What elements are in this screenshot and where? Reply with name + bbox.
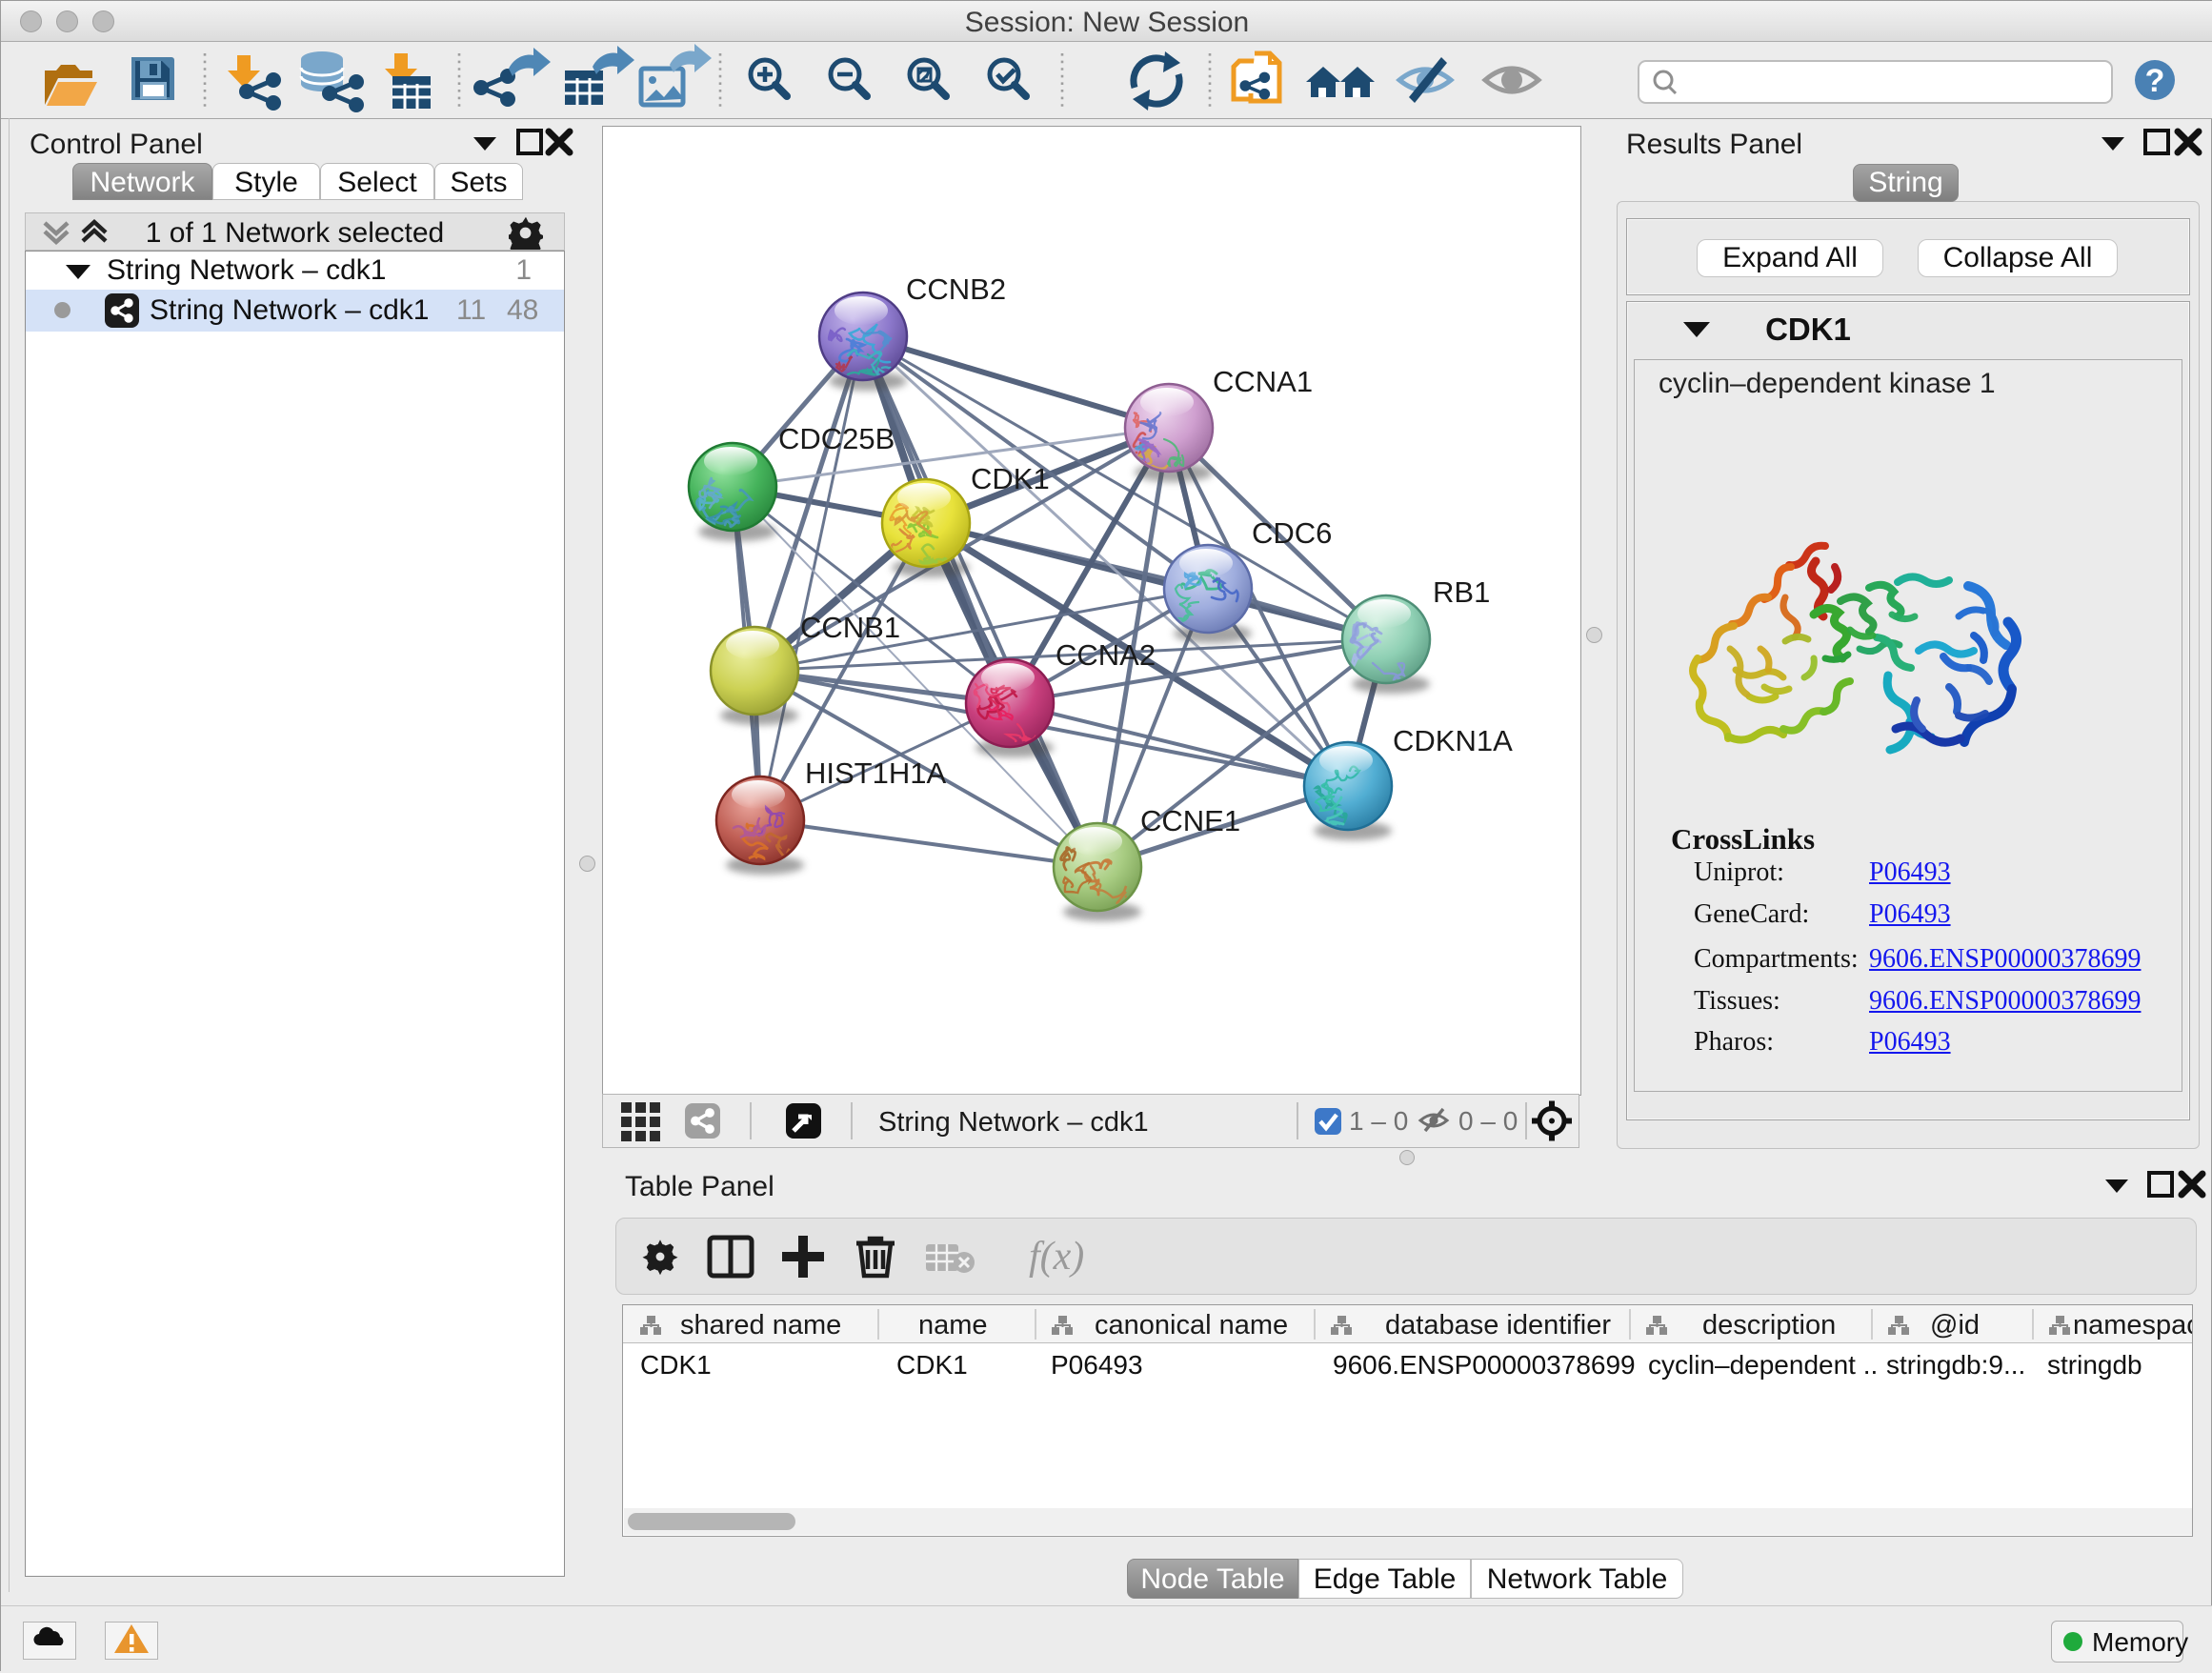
svg-text:namespac: namespac <box>2073 1310 2193 1340</box>
svg-text:f(x): f(x) <box>1029 1235 1084 1279</box>
svg-text:canonical name: canonical name <box>1095 1310 1288 1340</box>
svg-text:CCNB1: CCNB1 <box>800 611 900 644</box>
svg-text:CCNA1: CCNA1 <box>1213 365 1313 398</box>
svg-text:0 – 0: 0 – 0 <box>1458 1106 1518 1136</box>
svg-text:1 – 0: 1 – 0 <box>1349 1106 1408 1136</box>
svg-text:?: ? <box>2145 63 2165 99</box>
svg-text:HIST1H1A: HIST1H1A <box>805 756 946 790</box>
svg-text:CDC6: CDC6 <box>1252 516 1332 550</box>
svg-text:String Network – cdk1: String Network – cdk1 <box>878 1107 1149 1138</box>
svg-text:@id: @id <box>1930 1310 1980 1340</box>
svg-text:description: description <box>1702 1310 1836 1340</box>
svg-text:CCNB2: CCNB2 <box>906 272 1006 306</box>
svg-text:CDK1: CDK1 <box>971 462 1050 495</box>
svg-text:database identifier: database identifier <box>1385 1310 1611 1340</box>
svg-text:shared name: shared name <box>680 1310 841 1340</box>
svg-text:RB1: RB1 <box>1433 575 1490 609</box>
svg-text:name: name <box>918 1310 988 1340</box>
svg-text:CCNA2: CCNA2 <box>1056 638 1156 672</box>
svg-text:CCNE1: CCNE1 <box>1140 804 1240 837</box>
svg-text:CDC25B: CDC25B <box>778 422 895 455</box>
svg-text:CDKN1A: CDKN1A <box>1393 724 1513 757</box>
